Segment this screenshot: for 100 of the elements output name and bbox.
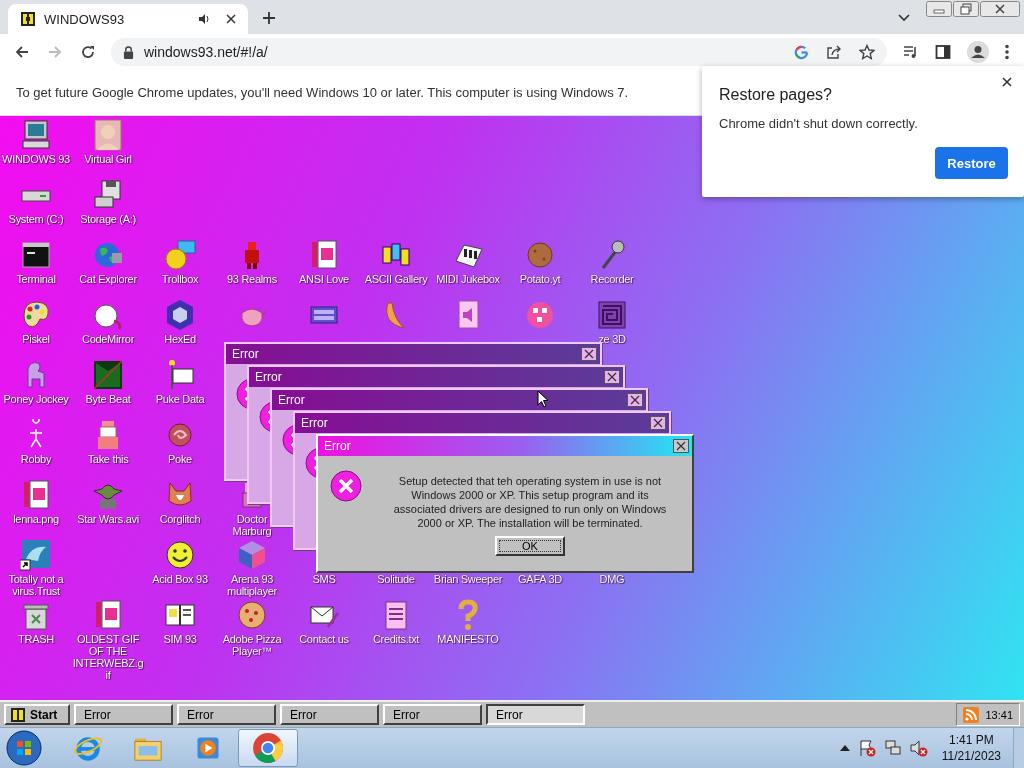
icon-label[interactable]: Adobe Pizza Player™	[216, 633, 288, 657]
clock: 13:41	[985, 708, 1013, 721]
icon-label[interactable]: Byte Beat	[85, 393, 131, 405]
icon-label[interactable]: Corglitch	[159, 513, 201, 525]
icon-label[interactable]: Puke Data	[155, 393, 205, 405]
icon-label[interactable]: Poke	[168, 453, 192, 465]
icon-label[interactable]: SIM 93	[163, 633, 197, 645]
icon-label[interactable]: OLDEST GIF OF THE INTERWEBZ.gif	[72, 633, 144, 681]
dialog-title-bar[interactable]: Error	[295, 413, 669, 433]
network-icon[interactable]	[883, 739, 902, 757]
smiley-icon[interactable]	[164, 539, 196, 571]
shortcut-icon[interactable]	[20, 539, 52, 571]
icon-label[interactable]: GAFA 3D	[518, 573, 562, 585]
new-tab-icon[interactable]	[262, 11, 276, 25]
muted-speaker-icon[interactable]	[909, 739, 928, 757]
side-panel-icon[interactable]	[935, 44, 951, 60]
icon-label[interactable]: 93 Realms	[227, 273, 277, 285]
taskbar-button[interactable]: Error	[383, 704, 482, 725]
icon-label[interactable]: DMG	[599, 573, 625, 585]
taskbar-button[interactable]: Error	[74, 704, 173, 725]
close-icon[interactable]	[980, 1, 1020, 17]
chat-icon[interactable]	[164, 239, 196, 271]
close-icon[interactable]	[650, 416, 666, 430]
ok-button[interactable]: OK	[495, 536, 565, 556]
icon-label[interactable]: Poney Jockey	[3, 393, 69, 405]
dialog-title-bar[interactable]: Error	[272, 390, 646, 410]
icon-label[interactable]: TRASH	[18, 633, 54, 645]
reload-icon[interactable]	[80, 44, 96, 60]
icon-label[interactable]: CodeMirror	[82, 333, 134, 345]
close-icon[interactable]	[581, 347, 597, 361]
google-g-icon[interactable]	[794, 44, 809, 60]
floppy-drive-icon[interactable]	[92, 179, 124, 211]
icon-label[interactable]: ANSI Love	[299, 273, 349, 285]
speaker-icon[interactable]	[198, 13, 210, 25]
icon-label[interactable]: Contact us	[299, 633, 349, 645]
icon-label[interactable]: System (C:)	[8, 213, 64, 225]
icon-label[interactable]: Virtual Girl	[84, 153, 132, 165]
icon-label[interactable]: Brian Sweeper	[433, 573, 503, 585]
close-icon[interactable]	[1002, 77, 1012, 87]
clock-time[interactable]: 1:41 PM	[949, 732, 994, 748]
icon-label[interactable]: Credits.txt	[372, 633, 420, 645]
menu-icon[interactable]	[1005, 44, 1009, 60]
icon-label[interactable]: Trollbox	[161, 273, 199, 285]
restore-icon[interactable]	[953, 1, 979, 17]
dialog-title-bar[interactable]: Error	[249, 367, 623, 387]
media-control-icon[interactable]	[903, 44, 919, 60]
computer-icon[interactable]	[20, 119, 52, 151]
icon-label[interactable]: WINDOWS 93	[2, 153, 70, 165]
icon-label[interactable]: Storage (A:)	[80, 213, 136, 225]
taskbar-button[interactable]: Error	[486, 704, 585, 725]
icon-label[interactable]: Solitude	[377, 573, 415, 585]
flag-icon[interactable]	[857, 739, 876, 757]
taskbar-app[interactable]	[238, 729, 298, 767]
icon-label[interactable]: Robby	[20, 453, 52, 465]
dialog-title-bar[interactable]: Error	[318, 436, 692, 456]
pizza-icon[interactable]	[236, 599, 268, 631]
avatar-icon[interactable]	[967, 41, 989, 63]
taskbar-button[interactable]: Error	[280, 704, 379, 725]
icon-label[interactable]: Cat Explorer	[79, 273, 137, 285]
icon-label[interactable]: Star Wars.avi	[77, 513, 139, 525]
restore-button[interactable]: Restore	[935, 147, 1008, 179]
icon-label[interactable]: Terminal	[16, 273, 56, 285]
address-field[interactable]: windows93.net/#!/a/	[111, 38, 887, 66]
clock-date[interactable]: 11/21/2023	[941, 748, 1001, 764]
icon-label[interactable]: Totally not a virus.Trust	[0, 573, 72, 597]
icon-label[interactable]: Piskel	[22, 333, 50, 345]
portrait-icon[interactable]	[92, 119, 124, 151]
ball-icon[interactable]	[524, 299, 556, 331]
star-icon[interactable]	[859, 44, 875, 60]
browser-tab[interactable]: WINDOWS93	[8, 4, 248, 34]
terminal-icon[interactable]	[20, 239, 52, 271]
back-icon[interactable]	[14, 44, 30, 60]
show-hidden-icons-icon[interactable]	[839, 745, 850, 751]
dialog-title-bar[interactable]: Error	[226, 344, 600, 364]
start-logo-icon	[10, 706, 26, 723]
start-button[interactable]: Start	[4, 704, 70, 725]
taskbar-button[interactable]: Error	[177, 704, 276, 725]
icon-label[interactable]: Arena 93 multiplayer	[216, 573, 288, 597]
icon-label[interactable]: MIDI Jukebox	[436, 273, 500, 285]
icon-label[interactable]: MANIFESTO	[437, 633, 499, 645]
cube-icon[interactable]	[164, 299, 196, 331]
close-icon[interactable]	[604, 370, 620, 384]
rss-icon[interactable]	[963, 706, 980, 723]
icon-label[interactable]: Take this	[87, 453, 129, 465]
icon-label[interactable]: HexEd	[164, 333, 196, 345]
icon-label[interactable]: Acid Box 93	[152, 573, 208, 585]
icon-label[interactable]: Recorder	[590, 273, 634, 285]
thumbnail-icon[interactable]	[92, 359, 124, 391]
icon-label[interactable]: Potato.yt	[519, 273, 561, 285]
icon-label[interactable]: SMS	[312, 573, 336, 585]
close-icon[interactable]	[673, 439, 689, 453]
close-icon[interactable]	[627, 393, 643, 407]
close-tab-icon[interactable]	[226, 14, 236, 24]
maze-icon[interactable]	[596, 299, 628, 331]
minimize-icon[interactable]	[926, 1, 952, 17]
icon-label[interactable]: lenna.png	[13, 513, 59, 525]
share-icon[interactable]	[826, 44, 842, 60]
start-orb-icon[interactable]	[6, 730, 42, 766]
tab-search-chevron-icon[interactable]	[898, 14, 910, 22]
icon-label[interactable]: ASCII Gallery	[364, 273, 428, 285]
